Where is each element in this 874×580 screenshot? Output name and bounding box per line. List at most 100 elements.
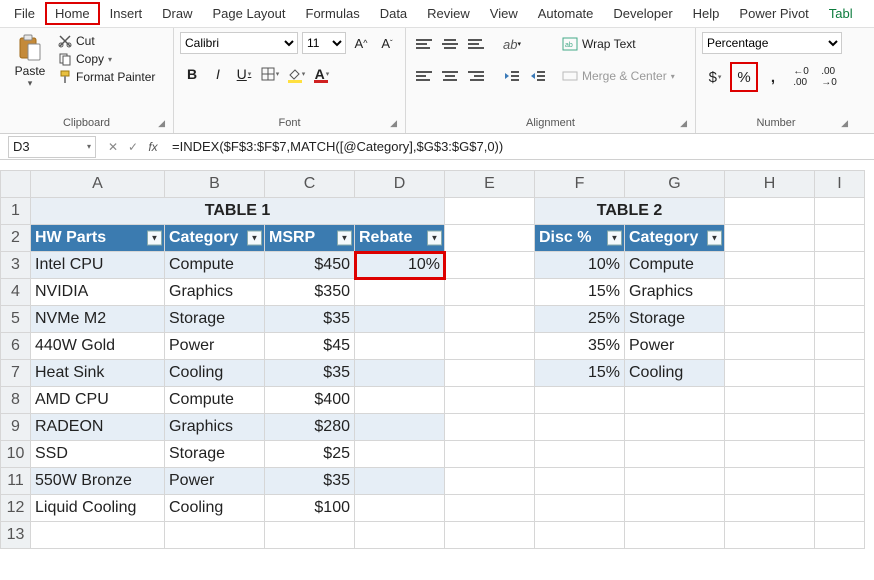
cell[interactable] [445,387,535,414]
cell[interactable]: Cooling [165,360,265,387]
cell[interactable] [445,441,535,468]
row-header-2[interactable]: 2 [1,225,31,252]
menu-draw[interactable]: Draw [152,2,202,25]
decrease-indent-button[interactable] [500,64,524,88]
cell[interactable]: NVIDIA [31,279,165,306]
cell[interactable] [725,279,815,306]
dialog-launcher-icon[interactable]: ◢ [680,118,687,129]
cell[interactable]: $25 [265,441,355,468]
cell[interactable]: 15% [535,360,625,387]
menu-home[interactable]: Home [45,2,100,25]
cell[interactable]: 440W Gold [31,333,165,360]
cell[interactable] [535,387,625,414]
cell[interactable]: $350 [265,279,355,306]
cell[interactable] [265,522,355,549]
menu-help[interactable]: Help [683,2,730,25]
cell[interactable] [445,279,535,306]
cell[interactable] [445,306,535,333]
cell[interactable] [725,360,815,387]
table2-header-disc[interactable]: Disc %▼ [535,225,625,252]
col-header-F[interactable]: F [535,171,625,198]
cell[interactable]: Compute [165,387,265,414]
cell[interactable]: Compute [165,252,265,279]
row-header-12[interactable]: 12 [1,495,31,522]
col-header-E[interactable]: E [445,171,535,198]
cell[interactable]: Cooling [165,495,265,522]
copy-button[interactable]: Copy ▾ [58,52,155,66]
percent-format-button[interactable]: % [730,62,758,92]
cell[interactable] [815,360,865,387]
cell[interactable] [725,333,815,360]
increase-font-size-button[interactable]: A^ [350,32,372,54]
enter-formula-button[interactable]: ✓ [124,140,142,154]
cell[interactable] [535,522,625,549]
cell[interactable]: $100 [265,495,355,522]
menu-view[interactable]: View [480,2,528,25]
cell[interactable] [445,198,535,225]
cell[interactable]: $35 [265,306,355,333]
italic-button[interactable]: I [206,62,230,86]
cell[interactable] [725,252,815,279]
cell[interactable]: Compute [625,252,725,279]
cell[interactable] [815,306,865,333]
table1-header-rebate[interactable]: Rebate▼ [355,225,445,252]
cell[interactable] [815,279,865,306]
menu-developer[interactable]: Developer [603,2,682,25]
cell[interactable] [815,252,865,279]
align-right-button[interactable] [464,64,488,88]
decrease-font-size-button[interactable]: Aˇ [376,32,398,54]
col-header-I[interactable]: I [815,171,865,198]
insert-function-button[interactable]: fx [144,140,162,154]
font-size-select[interactable]: 11 [302,32,346,54]
cell[interactable] [725,414,815,441]
cell[interactable] [815,225,865,252]
cell[interactable] [445,333,535,360]
cell[interactable] [815,414,865,441]
cell[interactable]: Power [165,468,265,495]
cell[interactable] [815,468,865,495]
cell[interactable] [355,387,445,414]
cell[interactable] [815,441,865,468]
cell[interactable] [815,198,865,225]
cell[interactable] [725,306,815,333]
dialog-launcher-icon[interactable]: ◢ [390,118,397,129]
cell[interactable] [625,387,725,414]
row-header-7[interactable]: 7 [1,360,31,387]
cell[interactable] [625,414,725,441]
cell[interactable]: $45 [265,333,355,360]
cell[interactable]: $280 [265,414,355,441]
chevron-down-icon[interactable]: ▾ [87,142,91,151]
cell[interactable] [445,468,535,495]
cell[interactable] [31,522,165,549]
cell[interactable] [355,360,445,387]
cell[interactable]: 10% [535,252,625,279]
col-header-H[interactable]: H [725,171,815,198]
col-header-A[interactable]: A [31,171,165,198]
cell[interactable] [355,279,445,306]
cell[interactable] [535,468,625,495]
cell[interactable]: Power [625,333,725,360]
row-header-11[interactable]: 11 [1,468,31,495]
cell[interactable] [625,522,725,549]
decrease-decimal-button[interactable]: .00→0 [816,64,842,90]
accounting-format-button[interactable]: $▾ [702,64,728,90]
cell[interactable] [355,522,445,549]
cell[interactable] [725,198,815,225]
cell[interactable] [535,414,625,441]
select-all-cell[interactable] [1,171,31,198]
cell[interactable] [725,495,815,522]
cell[interactable]: Heat Sink [31,360,165,387]
cell[interactable]: 15% [535,279,625,306]
menu-file[interactable]: File [4,2,45,25]
align-left-button[interactable] [412,64,436,88]
cell[interactable] [445,495,535,522]
table1-header-msrp[interactable]: MSRP▼ [265,225,355,252]
borders-button[interactable]: ▾ [258,62,282,86]
cell[interactable]: Intel CPU [31,252,165,279]
table1-header-category[interactable]: Category▼ [165,225,265,252]
spreadsheet-grid[interactable]: A B C D E F G H I 1 TABLE 1 TABLE 2 2 HW… [0,170,874,549]
cell[interactable] [815,522,865,549]
cell[interactable]: Graphics [625,279,725,306]
cell[interactable]: Liquid Cooling [31,495,165,522]
cell[interactable]: SSD [31,441,165,468]
